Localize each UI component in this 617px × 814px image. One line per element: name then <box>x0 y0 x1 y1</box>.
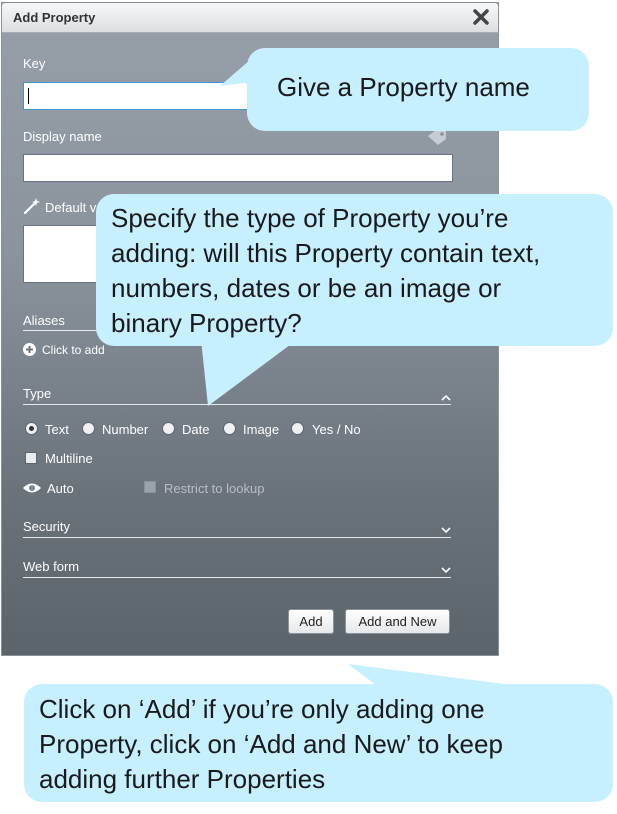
callout-type-line-1: Specify the type of Property you’re <box>111 203 509 233</box>
aliases-label: Aliases <box>23 313 65 328</box>
eye-icon[interactable] <box>22 481 42 495</box>
restrict-to-lookup-label: Restrict to lookup <box>164 481 265 496</box>
restrict-to-lookup-checkbox[interactable] <box>144 481 156 493</box>
auto-label: Auto <box>47 481 74 496</box>
display-name-input[interactable] <box>23 154 453 182</box>
multiline-checkbox[interactable] <box>25 452 37 464</box>
dialog-title: Add Property <box>13 10 96 25</box>
callout-add-line-2: Property, click on ‘Add and New’ to keep <box>39 729 503 759</box>
display-name-label: Display name <box>23 129 102 144</box>
callout-type-line-3: numbers, dates or be an image or <box>111 273 502 303</box>
callout-add-line-1: Click on ‘Add’ if you’re only adding one <box>39 694 485 724</box>
radio-date[interactable] <box>162 422 175 435</box>
close-icon[interactable] <box>470 6 492 28</box>
chevron-up-icon[interactable] <box>441 394 451 402</box>
callout-property-name: Give a Property name <box>247 48 589 131</box>
callout-type: Specify the type of Property you’re addi… <box>96 194 613 346</box>
chevron-down-icon[interactable] <box>441 526 451 534</box>
plus-circle-icon[interactable] <box>23 343 36 356</box>
magic-wand-icon[interactable] <box>23 197 41 215</box>
text-caret <box>28 88 29 104</box>
add-and-new-button[interactable]: Add and New <box>345 609 450 634</box>
callout-type-line-4: binary Property? <box>111 308 302 338</box>
web-form-section-label[interactable]: Web form <box>23 559 79 574</box>
callout-add-line-3: adding further Properties <box>39 764 326 794</box>
dialog-titlebar: Add Property <box>2 3 498 33</box>
key-label: Key <box>23 56 46 71</box>
add-button[interactable]: Add <box>288 609 334 634</box>
radio-number[interactable] <box>82 422 95 435</box>
default-value-label: Default v <box>45 200 97 215</box>
web-form-divider <box>23 577 451 578</box>
callout-add: Click on ‘Add’ if you’re only adding one… <box>24 684 613 802</box>
radio-date-label: Date <box>182 422 210 437</box>
multiline-label: Multiline <box>45 451 93 466</box>
radio-image[interactable] <box>223 422 236 435</box>
radio-text-label: Text <box>45 422 69 437</box>
radio-yes-no-label: Yes / No <box>312 422 361 437</box>
radio-number-label: Number <box>102 422 149 437</box>
callout-type-line-2: adding: will this Property contain text, <box>111 238 541 268</box>
radio-image-label: Image <box>243 422 280 437</box>
security-divider <box>23 537 451 538</box>
radio-text[interactable] <box>25 422 38 435</box>
click-to-add-link[interactable]: Click to add <box>42 343 105 357</box>
radio-yes-no[interactable] <box>291 422 304 435</box>
type-section-label[interactable]: Type <box>23 386 51 401</box>
callout-property-name-text: Give a Property name <box>277 72 530 102</box>
security-section-label[interactable]: Security <box>23 519 70 534</box>
chevron-down-icon[interactable] <box>441 566 451 574</box>
tag-icon[interactable] <box>426 128 450 148</box>
